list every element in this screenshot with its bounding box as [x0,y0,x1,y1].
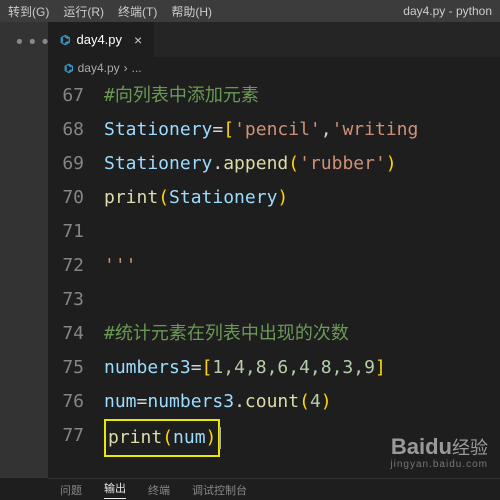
function: print [104,187,158,208]
watermark-cn: 经验 [452,438,488,458]
line-number: 69 [48,147,104,181]
tab-bar: ⌬ day4.py × [48,22,500,57]
code-editor[interactable]: 67#向列表中添加元素 68Stationery=['pencil','writ… [48,79,500,478]
code-line: 68Stationery=['pencil','writing [48,113,500,147]
identifier: numbers3 [104,357,191,378]
number: 4 [310,391,321,412]
breadcrumb-file: day4.py [78,61,120,75]
identifier: num [104,391,137,412]
code-line: 67#向列表中添加元素 [48,79,500,113]
line-number: 76 [48,385,104,419]
line-number: 68 [48,113,104,147]
panel-tab-terminal[interactable]: 终端 [148,482,170,498]
operator: = [137,391,148,412]
line-number: 73 [48,283,104,317]
bracket: [ [223,119,234,140]
paren: ( [288,153,299,174]
code-line: 76num=numbers3.count(4) [48,385,500,419]
bracket: ] [375,357,386,378]
cursor [219,427,221,449]
panel-tab-debug[interactable]: 调试控制台 [192,482,247,498]
code-line: 69Stationery.append('rubber') [48,147,500,181]
panel-tab-output[interactable]: 输出 [104,480,126,499]
selection-highlight: print(num) [104,419,220,457]
breadcrumb[interactable]: ⌬ day4.py › ... [48,57,500,79]
tab-day4[interactable]: ⌬ day4.py × [48,22,155,57]
dot: . [212,153,223,174]
line-number: 77 [48,419,104,457]
python-icon: ⌬ [60,33,70,47]
code-line: 71 [48,215,500,249]
paren: ( [299,391,310,412]
paren: ( [162,427,173,448]
breadcrumb-more: ... [132,61,142,75]
chevron-right-icon: › [124,61,128,75]
method: append [223,153,288,174]
code-line: 74#统计元素在列表中出现的次数 [48,317,500,351]
operator: = [212,119,223,140]
numbers: 1,4,8,6,4,8,3,9 [212,357,375,378]
comment: #向列表中添加元素 [104,85,259,106]
tab-filename: day4.py [76,32,122,47]
function: print [108,427,162,448]
activity-bar: ••• [0,22,48,478]
watermark: Baidu经验 jingyan.baidu.com [390,435,488,470]
close-icon[interactable]: × [134,32,142,48]
identifier: num [173,427,206,448]
line-number: 75 [48,351,104,385]
menu-help[interactable]: 帮助(H) [171,3,212,20]
comma: , [321,119,332,140]
code-line: 72''' [48,249,500,283]
python-icon: ⌬ [64,62,74,75]
string: 'writing [332,119,419,140]
menu-terminal[interactable]: 终端(T) [118,3,157,20]
paren: ( [158,187,169,208]
line-number: 71 [48,215,104,249]
string: 'pencil' [234,119,321,140]
identifier: numbers3 [147,391,234,412]
dot: . [234,391,245,412]
paren: ) [321,391,332,412]
bottom-panel-tabs: 问题 输出 终端 调试控制台 [48,478,500,500]
operator: = [191,357,202,378]
method: count [245,391,299,412]
line-number: 67 [48,79,104,113]
bracket: [ [202,357,213,378]
identifier: Stationery [169,187,277,208]
menu-run[interactable]: 运行(R) [63,3,104,20]
paren: ) [386,153,397,174]
window-title: day4.py - python [403,0,492,22]
paren: ) [277,187,288,208]
string: 'rubber' [299,153,386,174]
line-number: 70 [48,181,104,215]
line-number: 74 [48,317,104,351]
line-number: 72 [48,249,104,283]
code-line: 75numbers3=[1,4,8,6,4,8,3,9] [48,351,500,385]
string: ''' [104,255,137,276]
paren: ) [206,427,217,448]
identifier: Stationery [104,119,212,140]
code-line: 70print(Stationery) [48,181,500,215]
watermark-brand: Baidu [391,434,452,459]
panel-tab-problems[interactable]: 问题 [60,482,82,498]
comment: #统计元素在列表中出现的次数 [104,323,349,344]
watermark-url: jingyan.baidu.com [390,459,488,470]
more-icon[interactable]: ••• [0,22,48,63]
menu-goto[interactable]: 转到(G) [8,3,49,20]
identifier: Stationery [104,153,212,174]
code-line: 73 [48,283,500,317]
